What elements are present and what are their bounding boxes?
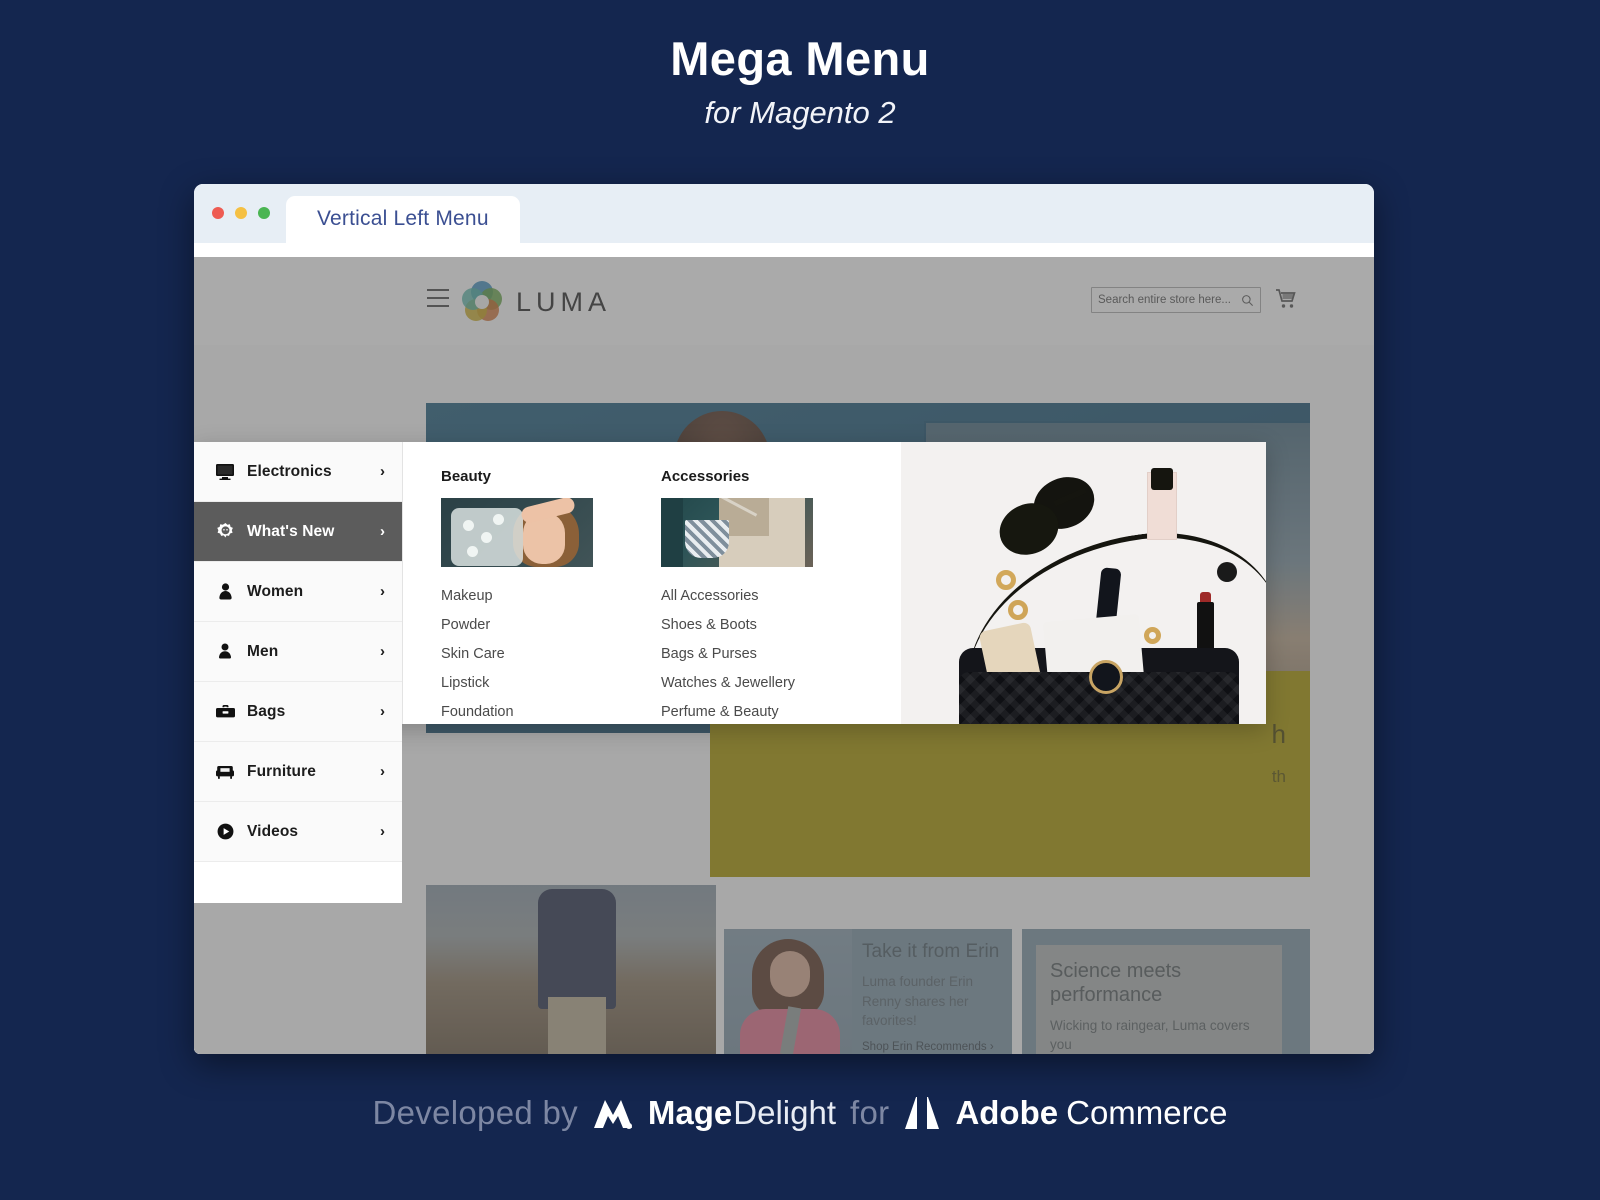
footer-credits: Developed by Mage Delight for Adobe Comm… bbox=[0, 1094, 1600, 1132]
chevron-right-icon: › bbox=[380, 763, 385, 780]
menu-link[interactable]: Watches & Jewellery bbox=[661, 669, 843, 698]
site-viewport: LUMA Search entire store here... bbox=[194, 257, 1374, 1054]
menu-column-accessories: Accessories All Accessories Shoes & Boot… bbox=[661, 468, 843, 724]
column-title: Beauty bbox=[441, 468, 492, 485]
mega-menu: Electronics › What's New › Women › Men ›… bbox=[194, 442, 1266, 903]
wristwatch-face bbox=[1089, 660, 1123, 694]
thumb-floral bbox=[463, 520, 474, 531]
man-icon bbox=[215, 642, 235, 662]
play-circle-icon bbox=[215, 822, 235, 842]
badge-icon bbox=[215, 522, 235, 542]
sidebar-item-videos[interactable]: Videos › bbox=[194, 802, 402, 862]
chevron-right-icon: › bbox=[380, 463, 385, 480]
chrome-spacer bbox=[194, 243, 1374, 257]
foundation-pump-cap bbox=[1151, 468, 1173, 490]
sidebar-item-label: Videos bbox=[247, 822, 299, 840]
chevron-right-icon: › bbox=[380, 523, 385, 540]
chevron-right-icon: › bbox=[380, 643, 385, 660]
menu-link[interactable]: Makeup bbox=[441, 582, 623, 611]
sidebar-item-label: Electronics bbox=[247, 462, 332, 480]
sidebar-item-label: Furniture bbox=[247, 762, 316, 780]
beauty-model-photo[interactable] bbox=[441, 498, 593, 567]
sidebar-item-label: Women bbox=[247, 582, 304, 600]
menu-link[interactable]: Skin Care bbox=[441, 640, 623, 669]
sidebar-item-label: What's New bbox=[247, 522, 335, 540]
window-traffic-lights bbox=[212, 207, 270, 219]
menu-link[interactable]: Shoes & Boots bbox=[661, 611, 843, 640]
menu-link[interactable]: Foundation bbox=[441, 698, 623, 724]
thumb-backdrop bbox=[661, 498, 683, 567]
nail-polish-bottle bbox=[1217, 562, 1237, 582]
browser-chrome-bar: Vertical Left Menu bbox=[194, 184, 1374, 243]
chevron-right-icon: › bbox=[380, 823, 385, 840]
thumb-floral bbox=[481, 532, 492, 543]
developed-by-label: Developed by bbox=[372, 1094, 578, 1131]
thumb-floral bbox=[467, 546, 478, 557]
maximize-window-button[interactable] bbox=[258, 207, 270, 219]
magedelight-delight: Delight bbox=[733, 1094, 837, 1131]
sidebar-item-whats-new[interactable]: What's New › bbox=[194, 502, 402, 562]
gold-ring bbox=[1008, 600, 1028, 620]
vertical-menu: Electronics › What's New › Women › Men ›… bbox=[194, 442, 403, 903]
magedelight-mage: Mage bbox=[647, 1094, 733, 1131]
chevron-right-icon: › bbox=[380, 703, 385, 720]
minimize-window-button[interactable] bbox=[235, 207, 247, 219]
adobe-logo bbox=[905, 1097, 940, 1129]
commerce-label: Commerce bbox=[1066, 1094, 1228, 1131]
accessories-handbag-photo[interactable] bbox=[661, 498, 813, 567]
page-header: Mega Menu for Magento 2 bbox=[0, 0, 1600, 131]
menu-link[interactable]: All Accessories bbox=[661, 582, 843, 611]
menu-filler bbox=[194, 862, 402, 903]
sidebar-item-bags[interactable]: Bags › bbox=[194, 682, 402, 742]
column-title: Accessories bbox=[661, 468, 750, 485]
monitor-icon bbox=[215, 462, 235, 482]
sidebar-item-furniture[interactable]: Furniture › bbox=[194, 742, 402, 802]
browser-window: Vertical Left Menu LUMA Search entire st… bbox=[194, 184, 1374, 1054]
sidebar-item-label: Men bbox=[247, 642, 279, 660]
browser-tab[interactable]: Vertical Left Menu bbox=[286, 196, 520, 243]
page-title: Mega Menu bbox=[670, 32, 930, 85]
menu-link[interactable]: Bags & Purses bbox=[661, 640, 843, 669]
sidebar-item-men[interactable]: Men › bbox=[194, 622, 402, 682]
sidebar-item-label: Bags bbox=[247, 702, 286, 720]
menu-link[interactable]: Lipstick bbox=[441, 669, 623, 698]
sidebar-item-electronics[interactable]: Electronics › bbox=[194, 442, 402, 502]
mega-menu-panel: Beauty Makeup Powder Skin Care Lipstick … bbox=[403, 442, 1266, 724]
close-window-button[interactable] bbox=[212, 207, 224, 219]
page-subtitle: for Magento 2 bbox=[704, 95, 896, 131]
chevron-right-icon: › bbox=[380, 583, 385, 600]
menu-link[interactable]: Powder bbox=[441, 611, 623, 640]
briefcase-icon bbox=[215, 702, 235, 722]
for-label: for bbox=[850, 1094, 890, 1131]
menu-link[interactable]: Perfume & Beauty bbox=[661, 698, 843, 724]
woman-icon bbox=[215, 582, 235, 602]
magedelight-logo bbox=[593, 1100, 632, 1129]
flatlay-sunglasses-handbag-photo[interactable] bbox=[901, 442, 1266, 724]
sofa-icon bbox=[215, 762, 235, 782]
menu-column-beauty: Beauty Makeup Powder Skin Care Lipstick … bbox=[441, 468, 623, 724]
gold-ring bbox=[996, 570, 1016, 590]
thumb-floral bbox=[493, 514, 504, 525]
sidebar-item-women[interactable]: Women › bbox=[194, 562, 402, 622]
thumb-checkered-bag bbox=[685, 520, 729, 558]
adobe-label: Adobe bbox=[955, 1094, 1059, 1131]
gold-ring bbox=[1144, 627, 1161, 644]
